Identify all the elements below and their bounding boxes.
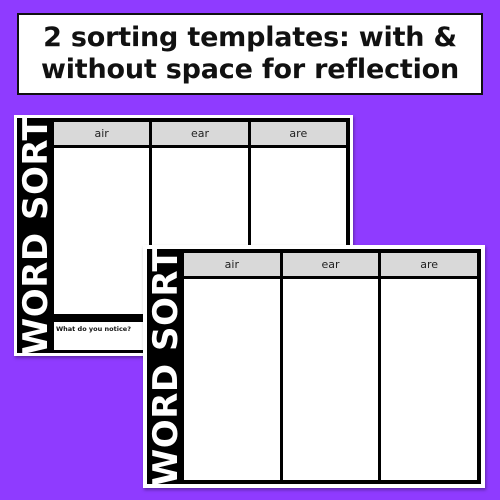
template-frame: WORD SORT air ear are	[145, 247, 481, 486]
column-header: are	[250, 122, 346, 145]
column-header: ear	[282, 253, 379, 276]
banner-text: 2 sorting templates: with & without spac…	[41, 22, 459, 86]
column-writing-area[interactable]	[381, 279, 478, 480]
column-writing-area[interactable]	[184, 279, 280, 480]
column-header: air	[184, 253, 280, 276]
column-header: air	[54, 122, 150, 145]
side-title: WORD SORT	[15, 116, 56, 355]
sort-column: air	[54, 122, 150, 349]
template-without-reflection: WORD SORT air ear are	[143, 245, 485, 488]
column-writing-area[interactable]	[282, 279, 379, 480]
column-writing-area[interactable]	[54, 148, 150, 314]
side-title-bar: WORD SORT	[145, 247, 186, 486]
column-header: ear	[152, 122, 248, 145]
side-title: WORD SORT	[145, 247, 186, 486]
column-header: are	[381, 253, 478, 276]
sort-column: are	[381, 253, 478, 480]
banner-line-1: 2 sorting templates: with &	[43, 22, 457, 53]
sort-grid: air ear are	[184, 253, 478, 480]
banner-line-2: without space for reflection	[40, 54, 460, 85]
sort-column: air	[184, 253, 280, 480]
reflection-box[interactable]: What do you notice?	[54, 322, 146, 350]
side-title-bar: WORD SORT	[15, 116, 56, 355]
reflection-prompt: What do you notice?	[56, 325, 131, 333]
sort-column: ear	[282, 253, 379, 480]
title-banner: 2 sorting templates: with & without spac…	[17, 13, 483, 95]
